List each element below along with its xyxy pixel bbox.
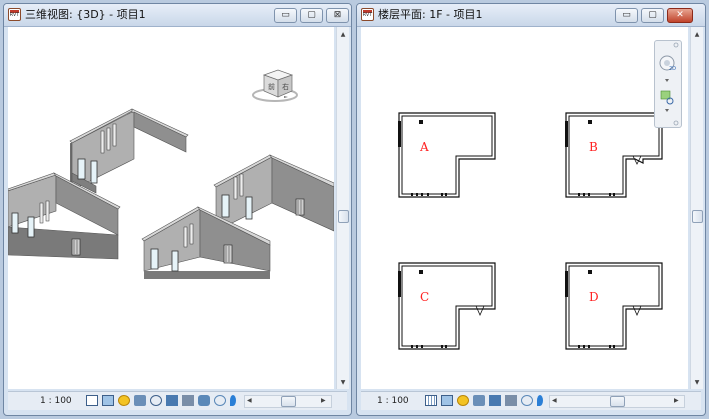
view-control-bar: 1 : 100 ◀ ▶ xyxy=(8,391,347,410)
show-crop-icon[interactable] xyxy=(182,395,194,406)
svg-text:2D: 2D xyxy=(669,66,676,72)
navigation-bar[interactable]: 2D xyxy=(654,40,682,128)
room-label-a: A xyxy=(419,140,429,154)
viewcube-icon[interactable]: 前 右 xyxy=(252,69,298,102)
temporary-hide-icon[interactable] xyxy=(521,395,533,406)
horizontal-scrollbar[interactable]: ◀ ▶ xyxy=(244,395,332,408)
shadows-icon[interactable] xyxy=(473,395,485,406)
crop-view-icon[interactable] xyxy=(489,395,501,406)
temporary-hide-icon[interactable] xyxy=(214,395,226,406)
visual-style-icon[interactable] xyxy=(102,395,114,406)
room-label-c: C xyxy=(420,290,429,304)
viewcube-front-label: 前 xyxy=(268,82,275,91)
maximize-button[interactable]: ▢ xyxy=(641,8,664,23)
revit-app-icon: RVT xyxy=(361,8,374,21)
scroll-thumb[interactable] xyxy=(692,210,703,223)
scroll-right-arrow-icon[interactable]: ▶ xyxy=(674,396,679,406)
scroll-thumb[interactable] xyxy=(338,210,349,223)
room-label-d: D xyxy=(589,290,599,304)
viewcube-right-label: 右 xyxy=(282,82,289,91)
lock-3d-view-icon[interactable] xyxy=(198,395,210,406)
scroll-right-arrow-icon[interactable]: ▶ xyxy=(321,396,326,406)
reveal-hidden-icon[interactable] xyxy=(537,395,543,406)
floor-plan-viewport[interactable]: A B C D 2D xyxy=(361,27,688,389)
detail-level-icon[interactable] xyxy=(425,395,437,406)
room-plan-c: C xyxy=(398,262,496,350)
scroll-down-arrow-icon[interactable]: ▼ xyxy=(337,377,349,389)
3d-viewport[interactable]: 前 右 xyxy=(8,27,334,389)
minimize-button[interactable]: ▭ xyxy=(615,8,638,23)
shadows-icon[interactable] xyxy=(134,395,146,406)
sun-path-icon[interactable] xyxy=(457,395,469,406)
vertical-scrollbar[interactable]: ▲ ▼ xyxy=(690,27,703,389)
window-title: 楼层平面: 1F - 项目1 xyxy=(378,8,483,21)
minimize-button[interactable]: ▭ xyxy=(274,8,297,23)
room-plan-a: A xyxy=(398,112,496,198)
navbar-close-icon xyxy=(673,42,679,48)
scroll-up-arrow-icon[interactable]: ▲ xyxy=(337,29,349,41)
building-model-3 xyxy=(213,154,334,232)
view-scale[interactable]: 1 : 100 xyxy=(377,394,409,408)
sun-path-icon[interactable] xyxy=(118,395,130,406)
building-model-1 xyxy=(69,108,189,194)
room-plan-b: B xyxy=(565,112,663,198)
hscroll-thumb[interactable] xyxy=(281,396,296,407)
show-crop-icon[interactable] xyxy=(505,395,517,406)
room-plan-d: D xyxy=(565,262,663,350)
floor-plan-window[interactable]: RVT 楼层平面: 1F - 项目1 ▭ ▢ ✕ A B C D 2D ▲ ▼ … xyxy=(356,3,706,416)
close-button[interactable]: ✕ xyxy=(667,8,693,23)
floor-plan-drawing: A B C D xyxy=(398,112,663,350)
visual-style-icon[interactable] xyxy=(441,395,453,406)
render-icon[interactable] xyxy=(150,395,162,406)
title-bar[interactable]: RVT 三维视图: {3D} - 项目1 ▭ ▢ ⊠ xyxy=(4,4,351,27)
hscroll-thumb[interactable] xyxy=(610,396,625,407)
navbar-options-icon xyxy=(673,120,679,126)
navigation-bar-icons: 2D xyxy=(659,42,679,126)
horizontal-scrollbar[interactable]: ◀ ▶ xyxy=(549,395,685,408)
3d-model-view: 前 右 xyxy=(8,69,334,279)
title-bar[interactable]: RVT 楼层平面: 1F - 项目1 ▭ ▢ ✕ xyxy=(357,4,705,27)
detail-level-icon[interactable] xyxy=(86,395,98,406)
close-button[interactable]: ⊠ xyxy=(326,8,349,23)
vertical-scrollbar[interactable]: ▲ ▼ xyxy=(336,27,349,389)
building-model-2 xyxy=(8,172,121,260)
scroll-up-arrow-icon[interactable]: ▲ xyxy=(691,29,703,41)
scroll-left-arrow-icon[interactable]: ◀ xyxy=(247,396,252,406)
scroll-down-arrow-icon[interactable]: ▼ xyxy=(691,377,703,389)
scroll-left-arrow-icon[interactable]: ◀ xyxy=(552,396,557,406)
view-control-bar: 1 : 100 ◀ ▶ xyxy=(361,391,701,410)
view-scale[interactable]: 1 : 100 xyxy=(40,394,72,408)
room-label-b: B xyxy=(589,140,598,154)
reveal-hidden-icon[interactable] xyxy=(230,395,236,406)
window-title: 三维视图: {3D} - 项目1 xyxy=(25,8,146,21)
maximize-button[interactable]: ▢ xyxy=(300,8,323,23)
3d-view-window[interactable]: RVT 三维视图: {3D} - 项目1 ▭ ▢ ⊠ 前 右 ▲ ▼ 1: 1… xyxy=(3,3,352,416)
revit-app-icon: RVT xyxy=(8,8,21,21)
crop-view-icon[interactable] xyxy=(166,395,178,406)
